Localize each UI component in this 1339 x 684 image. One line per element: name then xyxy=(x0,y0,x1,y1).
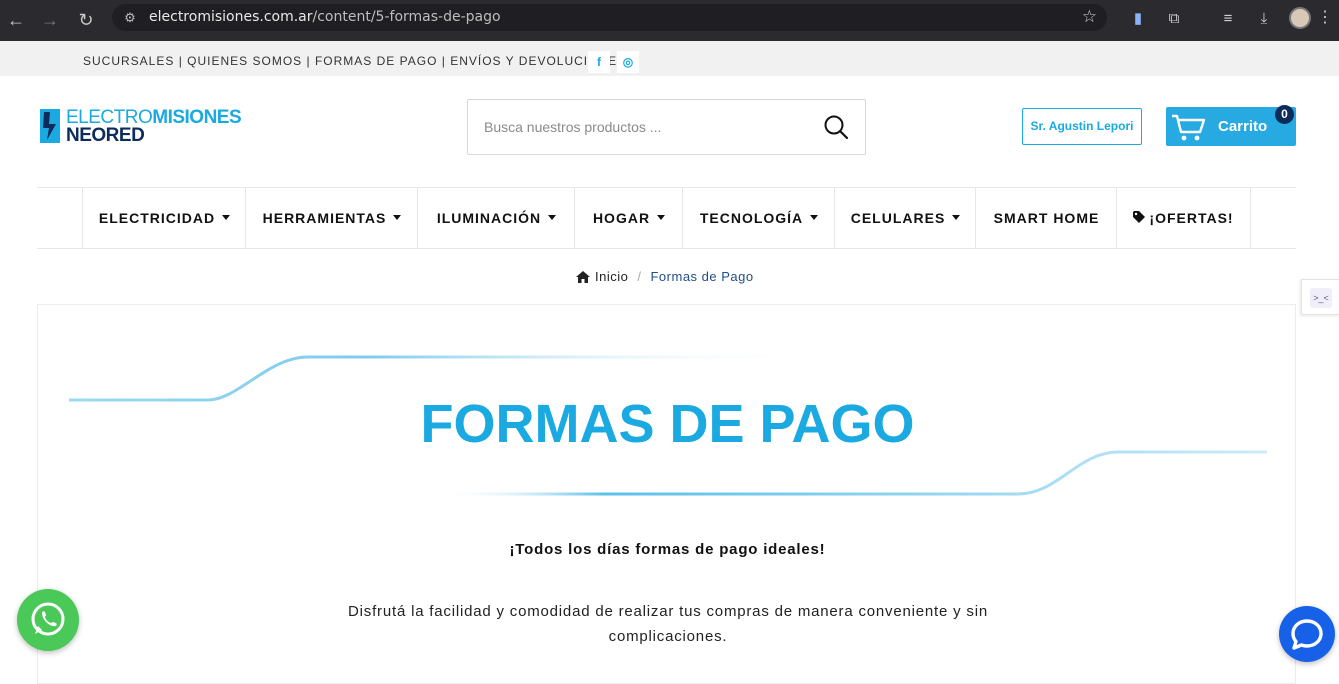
side-widget-icon: >_< xyxy=(1310,288,1332,308)
chevron-down-icon xyxy=(222,214,231,220)
nav-item-herramientas[interactable]: HERRAMIENTAS xyxy=(245,188,418,248)
search-box xyxy=(467,99,866,155)
media-control-icon[interactable]: ≡ xyxy=(1216,7,1240,31)
logo-bolt-icon xyxy=(40,109,60,143)
url-text[interactable]: electromisiones.com.ar/content/5-formas-… xyxy=(149,9,501,25)
chevron-down-icon xyxy=(657,214,666,220)
logo-text-line2: NEORED xyxy=(66,125,145,146)
nav-item-tecnologia[interactable]: TECNOLOGÍA xyxy=(682,188,835,248)
cart-button[interactable]: Carrito 0 xyxy=(1166,105,1296,146)
site-settings-icon[interactable]: ⚙ xyxy=(120,8,140,28)
chat-button[interactable] xyxy=(1279,606,1335,662)
side-widget-tab[interactable]: >_< xyxy=(1301,279,1339,315)
cart-count-badge: 0 xyxy=(1275,105,1294,124)
chevron-down-icon xyxy=(548,214,557,220)
search-input[interactable] xyxy=(484,115,804,139)
download-icon[interactable]: ⤓ xyxy=(1252,7,1276,31)
reload-icon[interactable]: ↻ xyxy=(72,6,100,34)
bookmark-star-icon[interactable]: ☆ xyxy=(1082,7,1097,27)
chat-bubble-icon xyxy=(1291,619,1323,650)
address-bar[interactable]: ⚙ electromisiones.com.ar/content/5-forma… xyxy=(112,4,1107,31)
search-icon[interactable] xyxy=(823,114,849,140)
nav-item-electricidad[interactable]: ELECTRICIDAD xyxy=(82,188,246,248)
browser-toolbar: ← → ↻ ⚙ electromisiones.com.ar/content/5… xyxy=(0,0,1339,41)
chevron-down-icon xyxy=(952,214,961,220)
extension-icon[interactable]: ▮ xyxy=(1126,7,1150,31)
nav-item-smart-home[interactable]: SMART HOME xyxy=(975,188,1117,248)
content-panel: FORMAS DE PAGO ¡Todos los días formas de… xyxy=(37,304,1296,684)
top-info-bar: SUCURSALES | QUIENES SOMOS | FORMAS DE P… xyxy=(0,41,1339,76)
nav-item-hogar[interactable]: HOGAR xyxy=(574,188,683,248)
cart-icon xyxy=(1172,114,1206,141)
facebook-icon[interactable]: f xyxy=(588,51,610,73)
nav-item-celulares[interactable]: CELULARES xyxy=(834,188,976,248)
tag-icon xyxy=(1133,211,1146,224)
breadcrumb-current: Formas de Pago xyxy=(650,269,754,284)
user-account-button[interactable]: Sr. Agustin Lepori xyxy=(1022,108,1142,145)
breadcrumb: Inicio / Formas de Pago xyxy=(576,269,754,284)
whatsapp-icon xyxy=(31,602,65,636)
nav-item-ofertas[interactable]: ¡OFERTAS! xyxy=(1116,188,1251,248)
top-links[interactable]: SUCURSALES | QUIENES SOMOS | FORMAS DE P… xyxy=(83,54,626,68)
instagram-icon[interactable]: ◎ xyxy=(617,51,639,73)
profile-avatar[interactable] xyxy=(1289,7,1311,29)
page-paragraph: Disfrutá la facilidad y comodidad de rea… xyxy=(348,603,988,645)
site-logo[interactable]: ELECTROMISIONES NEORED xyxy=(40,107,242,147)
chevron-down-icon xyxy=(393,214,402,220)
nav-item-iluminacion[interactable]: ILUMINACIÓN xyxy=(417,188,575,248)
breadcrumb-separator: / xyxy=(637,269,642,284)
back-icon[interactable]: ← xyxy=(2,6,30,34)
forward-icon[interactable]: → xyxy=(36,6,64,34)
main-nav: ELECTRICIDAD HERRAMIENTAS ILUMINACIÓN HO… xyxy=(37,187,1296,249)
whatsapp-button[interactable] xyxy=(17,589,79,651)
page-title: FORMAS DE PAGO xyxy=(420,394,915,454)
chevron-down-icon xyxy=(810,214,819,220)
home-icon xyxy=(576,270,590,283)
browser-menu-icon[interactable]: ⋮ xyxy=(1316,7,1334,29)
cart-label: Carrito xyxy=(1218,118,1268,135)
page-subheading: ¡Todos los días formas de pago ideales! xyxy=(509,541,826,558)
breadcrumb-home-link[interactable]: Inicio xyxy=(595,269,628,284)
extensions-puzzle-icon[interactable]: ⧉ xyxy=(1162,7,1186,31)
